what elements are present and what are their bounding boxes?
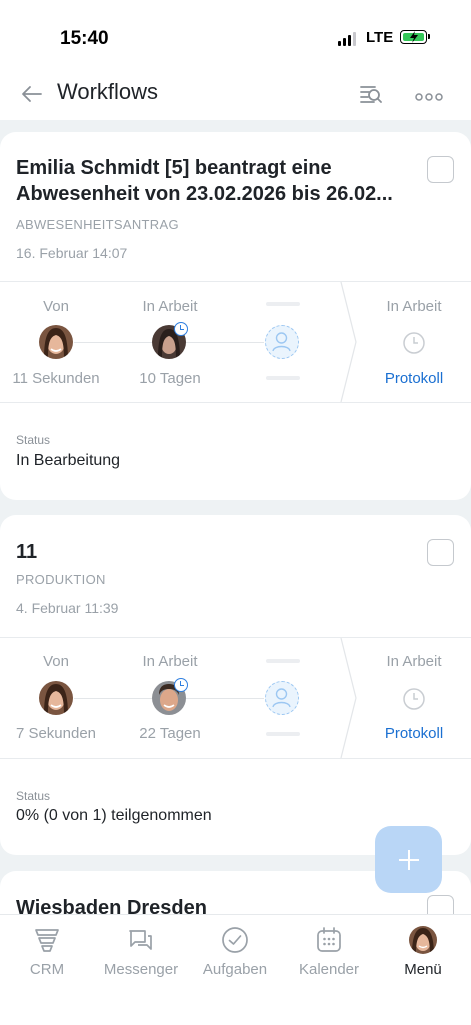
battery-icon xyxy=(400,30,430,44)
app-header: Workflows xyxy=(0,72,471,120)
workflow-progress: Von In Arbeit In Arbeit xyxy=(0,282,471,402)
select-checkbox[interactable] xyxy=(427,539,454,566)
stage-divider-chevron xyxy=(340,638,357,758)
workflow-date: 4. Februar 11:39 xyxy=(16,600,119,616)
back-arrow-icon[interactable] xyxy=(20,82,44,111)
in-work-elapsed: 22 Tagen xyxy=(139,725,201,742)
search-filter-icon[interactable] xyxy=(358,82,384,113)
workflow-date: 16. Februar 14:07 xyxy=(16,245,128,261)
avatar xyxy=(376,925,470,955)
protocol-link[interactable]: Protokoll xyxy=(370,725,458,742)
workflow-type: ABWESENHEITSANTRAG xyxy=(16,217,179,232)
in-work-label: In Arbeit xyxy=(142,298,198,315)
signal-icon xyxy=(338,32,356,46)
card-title-line1: Emilia Schmidt [5] beantragt eine xyxy=(16,157,332,179)
chat-bubbles-icon xyxy=(94,925,188,955)
stage-label: In Arbeit xyxy=(386,298,442,315)
status-value: In Bearbeitung xyxy=(16,452,121,469)
tab-label: Messenger xyxy=(103,961,179,978)
divider xyxy=(0,402,471,403)
avatar-from[interactable] xyxy=(39,325,73,359)
bottom-tab-bar: CRM Messenger Aufgaben Kalender Menü xyxy=(0,914,471,1025)
from-label: Von xyxy=(43,298,69,315)
card-title-line2: Abwesenheit von 23.02.2026 bis 26.02... xyxy=(16,183,393,205)
status-time: 15:40 xyxy=(60,28,109,49)
avatar-from[interactable] xyxy=(39,681,73,715)
more-options-icon[interactable] xyxy=(415,89,443,107)
in-work-label: In Arbeit xyxy=(142,653,198,670)
tab-kalender[interactable]: Kalender xyxy=(282,925,376,978)
connector-line xyxy=(186,342,264,343)
stage-divider-chevron xyxy=(340,282,357,402)
tab-crm[interactable]: CRM xyxy=(0,925,94,978)
divider xyxy=(0,758,471,759)
clock-badge-icon xyxy=(174,678,188,692)
user-placeholder-icon xyxy=(265,681,299,715)
stage-label: In Arbeit xyxy=(386,653,442,670)
status-label: Status xyxy=(16,789,51,803)
in-work-elapsed: 10 Tagen xyxy=(139,370,201,387)
tab-label: CRM xyxy=(29,961,65,978)
clock-icon xyxy=(402,331,426,360)
workflow-progress: Von In Arbeit In Arbeit xyxy=(0,638,471,758)
placeholder-dash xyxy=(266,376,300,380)
add-workflow-button[interactable] xyxy=(375,826,442,893)
calendar-icon xyxy=(282,925,376,955)
tab-label: Kalender xyxy=(298,961,360,978)
from-label: Von xyxy=(43,653,69,670)
card-title-line1: 11 xyxy=(16,541,38,563)
select-checkbox[interactable] xyxy=(427,156,454,183)
network-label: LTE xyxy=(366,29,394,46)
status-label: Status xyxy=(16,433,51,447)
protocol-link[interactable]: Protokoll xyxy=(370,370,458,387)
status-bar: 15:40 LTE xyxy=(0,0,471,72)
placeholder-dash xyxy=(266,302,300,306)
connector-line xyxy=(74,342,152,343)
clock-icon xyxy=(402,687,426,716)
workflow-card[interactable]: Emilia Schmidt [5] beantragt eine Abwese… xyxy=(0,132,471,500)
tab-menu[interactable]: Menü xyxy=(376,925,470,978)
user-placeholder-icon xyxy=(265,325,299,359)
status-value: 0% (0 von 1) teilgenommen xyxy=(16,807,212,824)
from-elapsed: 11 Sekunden xyxy=(12,370,100,387)
workflow-card[interactable]: 11 PRODUKTION 4. Februar 11:39 Von In Ar… xyxy=(0,515,471,855)
connector-line xyxy=(186,698,264,699)
tab-label: Aufgaben xyxy=(202,961,268,978)
tab-aufgaben[interactable]: Aufgaben xyxy=(188,925,282,978)
connector-line xyxy=(74,698,152,699)
placeholder-dash xyxy=(266,732,300,736)
workflow-type: PRODUKTION xyxy=(16,572,106,587)
tab-label: Menü xyxy=(404,961,442,978)
crm-icon xyxy=(0,925,94,955)
page-title: Workflows xyxy=(57,79,159,104)
tab-messenger[interactable]: Messenger xyxy=(94,925,188,978)
clock-badge-icon xyxy=(174,322,188,336)
from-elapsed: 7 Sekunden xyxy=(15,725,97,742)
check-circle-icon xyxy=(188,925,282,955)
placeholder-dash xyxy=(266,659,300,663)
